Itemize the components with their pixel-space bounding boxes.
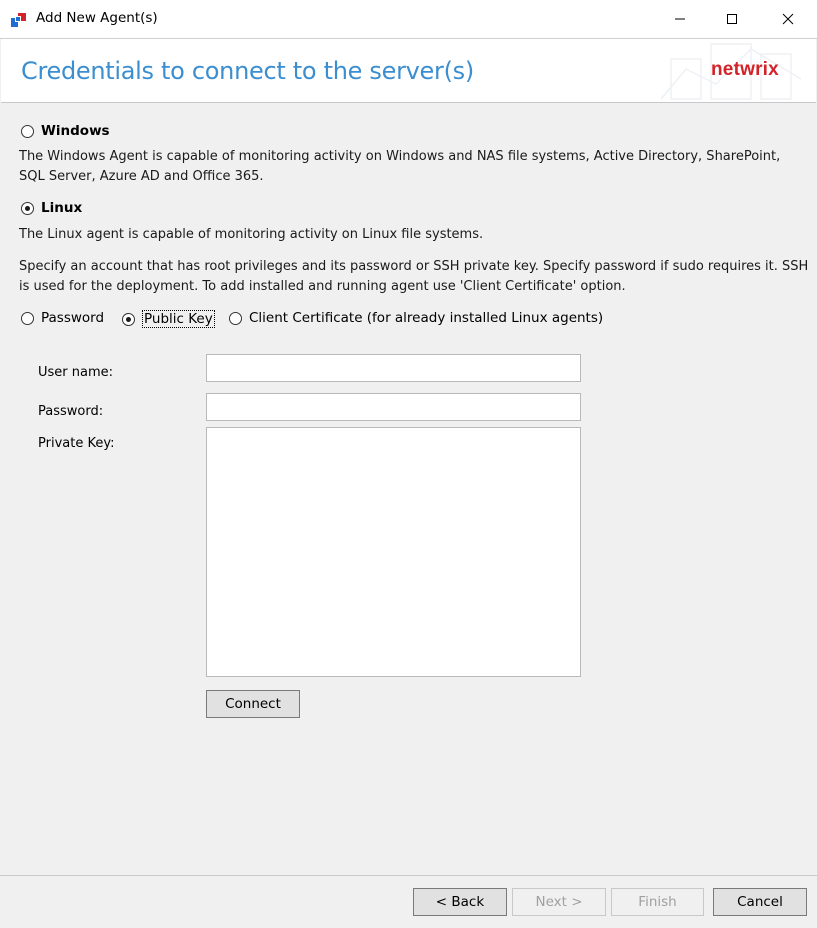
auth-client-certificate-label: Client Certificate (for already installe…: [249, 310, 604, 326]
radio-checked-icon: [122, 312, 135, 326]
next-button[interactable]: Next >: [512, 888, 606, 916]
cancel-button[interactable]: Cancel: [713, 888, 807, 916]
minimize-button[interactable]: [657, 0, 703, 38]
maximize-button[interactable]: [709, 0, 755, 38]
radio-unchecked-icon: [21, 311, 34, 325]
wizard-footer: < Back Next > Finish Cancel: [0, 875, 817, 928]
netwrix-logo: netwrix: [711, 59, 779, 80]
linux-radio-label: Linux: [41, 200, 83, 216]
instructions-text: Specify an account that has root privile…: [19, 259, 809, 294]
auth-password-radio[interactable]: Password: [21, 310, 104, 326]
window-titlebar: Add New Agent(s): [0, 0, 817, 39]
windows-radio-label: Windows: [41, 123, 110, 139]
auth-password-label: Password: [41, 310, 105, 326]
page-title: Credentials to connect to the server(s): [21, 57, 474, 85]
radio-unchecked-icon: [229, 311, 242, 325]
auth-client-certificate-radio[interactable]: Client Certificate (for already installe…: [229, 310, 603, 326]
back-button[interactable]: < Back: [413, 888, 507, 916]
private-key-label: Private Key:: [38, 436, 115, 451]
close-button[interactable]: [765, 0, 811, 38]
linux-radio[interactable]: Linux: [21, 200, 82, 216]
connect-button[interactable]: Connect: [206, 690, 300, 718]
finish-button[interactable]: Finish: [611, 888, 704, 916]
window-title: Add New Agent(s): [36, 10, 158, 26]
main-content: Windows The Windows Agent is capable of …: [0, 103, 817, 875]
auth-public-key-label: Public Key: [142, 310, 215, 328]
linux-description: The Linux agent is capable of monitoring…: [19, 227, 484, 242]
radio-unchecked-icon: [21, 124, 34, 138]
maximize-icon: [727, 14, 737, 24]
app-icon: [10, 11, 28, 29]
password-label: Password:: [38, 404, 104, 419]
header-banner: Credentials to connect to the server(s) …: [1, 39, 816, 103]
username-input[interactable]: [206, 354, 581, 382]
windows-description: The Windows Agent is capable of monitori…: [19, 149, 781, 184]
radio-checked-icon: [21, 201, 34, 215]
password-input[interactable]: [206, 393, 581, 421]
minimize-icon: [675, 18, 685, 20]
username-label: User name:: [38, 365, 114, 380]
close-icon: [782, 13, 794, 25]
auth-public-key-radio[interactable]: Public Key: [122, 310, 215, 328]
private-key-textarea[interactable]: [206, 427, 581, 677]
windows-radio[interactable]: Windows: [21, 123, 110, 139]
